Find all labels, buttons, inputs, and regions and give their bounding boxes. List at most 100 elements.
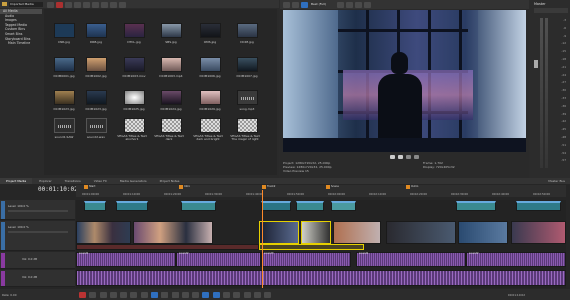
audio-clip[interactable]: sound2 <box>466 252 566 267</box>
safe-areas-button[interactable] <box>364 2 371 8</box>
title-thumb[interactable] <box>124 118 145 133</box>
track-header-audio-1[interactable]: Vol: 0.0 dB <box>0 252 75 269</box>
go-to-start-icon[interactable] <box>140 292 148 298</box>
media-thumb[interactable] <box>200 90 221 105</box>
video-thumbnail-clip[interactable] <box>301 221 331 244</box>
split-screen-button[interactable] <box>292 2 299 8</box>
audio-clip[interactable]: sound3 <box>261 252 351 267</box>
envelope-tool-icon[interactable] <box>161 292 169 298</box>
delete-button[interactable] <box>56 1 63 8</box>
play-icon[interactable] <box>109 292 117 298</box>
ripple-icon[interactable] <box>222 292 230 298</box>
media-thumb[interactable] <box>54 57 75 72</box>
audio-clip[interactable]: sound1 <box>356 252 466 267</box>
snap-icon[interactable] <box>202 292 210 298</box>
capture-button[interactable] <box>74 1 81 8</box>
audio-clip[interactable]: sound1 <box>76 252 176 267</box>
video-thumbnail-clip[interactable] <box>333 221 381 244</box>
track-header-audio-2[interactable]: Vol: 0.0 dB <box>0 270 75 287</box>
media-thumb[interactable] <box>237 23 258 38</box>
settings-icon[interactable] <box>283 2 290 8</box>
media-thumb[interactable] <box>161 90 182 105</box>
media-thumb[interactable] <box>86 57 107 72</box>
marker-flag[interactable] <box>179 185 183 189</box>
marker-flag[interactable] <box>262 185 266 189</box>
split-tool-icon[interactable] <box>181 292 189 298</box>
video-thumbnail-clip[interactable] <box>511 221 566 244</box>
video-thumbnail-clip[interactable] <box>386 221 456 244</box>
stop-icon[interactable] <box>397 155 403 159</box>
tab-master-bus[interactable]: Master Bus <box>548 179 565 183</box>
auto-crossfade-icon[interactable] <box>212 292 220 298</box>
media-thumb[interactable] <box>86 90 107 105</box>
pause-icon[interactable] <box>120 292 128 298</box>
stop-icon[interactable] <box>130 292 138 298</box>
properties-button[interactable] <box>83 1 90 8</box>
master-fader[interactable] <box>534 60 538 68</box>
media-thumb[interactable] <box>124 57 145 72</box>
marker-flag[interactable] <box>326 185 330 189</box>
video-thumbnail-clip[interactable] <box>133 221 213 244</box>
tag-button[interactable] <box>119 1 126 8</box>
sort-button[interactable] <box>110 1 117 8</box>
trim-tool-icon[interactable] <box>192 292 200 298</box>
audio-file-thumb[interactable] <box>237 90 258 105</box>
import-button[interactable] <box>65 1 72 8</box>
media-thumb[interactable] <box>54 23 75 38</box>
normal-edit-tool-icon[interactable] <box>151 292 158 298</box>
prev-frame-icon[interactable] <box>406 155 412 159</box>
path-dropdown[interactable]: Imported Media <box>9 1 43 7</box>
media-thumb[interactable] <box>86 23 107 38</box>
video-thumbnail-clip[interactable] <box>259 221 299 244</box>
video-clip[interactable] <box>516 201 561 211</box>
media-thumb[interactable] <box>161 57 182 72</box>
video-clip[interactable] <box>181 201 216 211</box>
marker-flag[interactable] <box>406 185 410 189</box>
copy-button[interactable] <box>346 2 353 8</box>
video-clip[interactable] <box>456 201 496 211</box>
view-button[interactable] <box>47 1 54 8</box>
snapshot-button[interactable] <box>337 2 344 8</box>
media-thumb[interactable] <box>54 90 75 105</box>
media-thumb[interactable] <box>200 57 221 72</box>
audio-clip[interactable]: sound2 <box>176 252 261 267</box>
title-thumb[interactable] <box>200 118 221 133</box>
region-icon[interactable] <box>253 292 261 298</box>
video-thumbnail-clip[interactable] <box>76 221 131 244</box>
overlay-button[interactable] <box>301 2 308 8</box>
video-thumbnail-clip[interactable] <box>458 221 508 244</box>
video-clip[interactable] <box>296 201 324 211</box>
clip-label-strip[interactable] <box>76 244 259 250</box>
playhead[interactable] <box>262 190 263 288</box>
video-clip[interactable] <box>331 201 356 211</box>
marker-flag[interactable] <box>84 185 88 189</box>
views-button[interactable] <box>101 1 108 8</box>
play-icon[interactable] <box>389 155 395 159</box>
video-clip[interactable] <box>116 201 148 211</box>
marker-icon[interactable] <box>243 292 251 298</box>
play-from-start-icon[interactable] <box>99 292 107 298</box>
media-thumb[interactable] <box>200 23 221 38</box>
video-clip[interactable] <box>261 201 291 211</box>
grid-button[interactable] <box>355 2 362 8</box>
tree-item-main-timeline[interactable]: Main Timeline <box>0 41 42 46</box>
loop-icon[interactable] <box>89 292 97 298</box>
next-frame-icon[interactable] <box>414 155 420 159</box>
audio-clip[interactable] <box>76 270 566 286</box>
search-button[interactable] <box>92 1 99 8</box>
audio-file-thumb[interactable] <box>54 118 75 133</box>
clip-label-strip[interactable] <box>259 244 364 250</box>
preview-quality-dropdown[interactable]: Best (Full) <box>311 2 326 6</box>
media-thumb[interactable] <box>124 23 145 38</box>
track-level-slider[interactable] <box>8 210 68 212</box>
lock-icon[interactable] <box>233 292 241 298</box>
media-thumb[interactable] <box>161 23 182 38</box>
audio-file-thumb[interactable] <box>86 118 107 133</box>
folder-icon[interactable] <box>2 2 7 6</box>
selection-tool-icon[interactable] <box>171 292 179 298</box>
record-icon[interactable] <box>79 292 86 298</box>
title-thumb[interactable] <box>237 118 258 133</box>
track-header-video-1[interactable]: Level: 100.0 % <box>0 200 75 220</box>
track-level-slider[interactable] <box>8 231 68 233</box>
media-thumb[interactable] <box>124 90 145 105</box>
